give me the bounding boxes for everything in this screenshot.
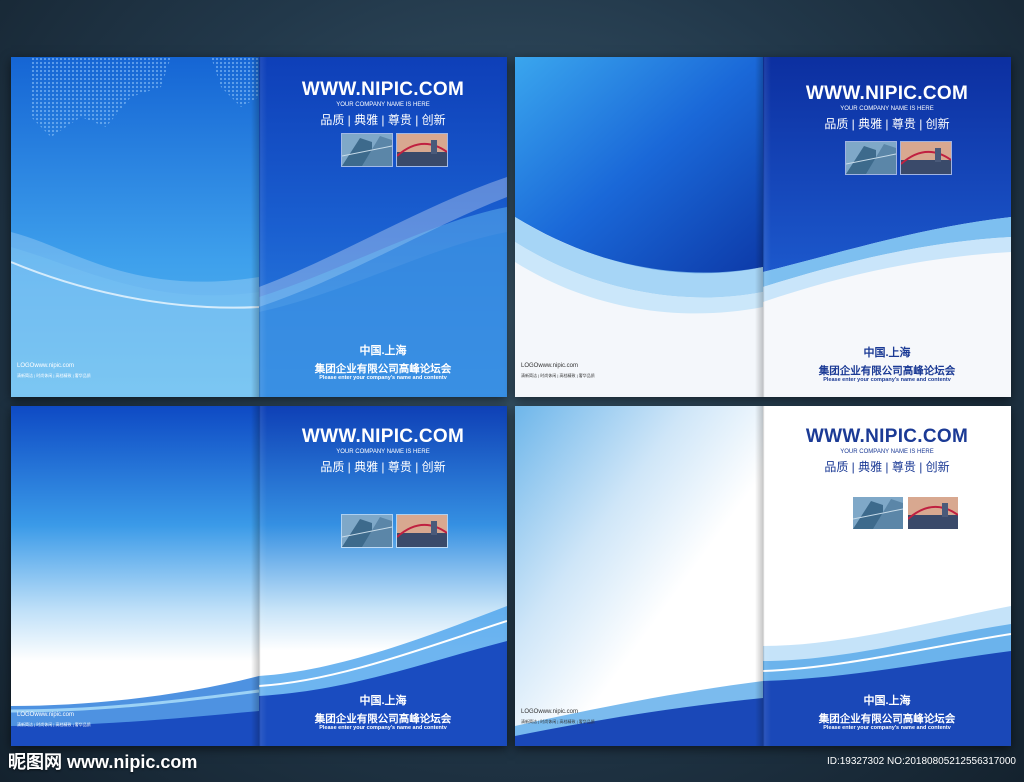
skyscraper-photo: [341, 133, 393, 167]
logo-text: LOGOwww.nipic.com: [521, 363, 579, 369]
cover-front-page: WWW.NIPIC.COM YOUR COMPANY NAME IS HERE …: [763, 406, 1011, 746]
company-tagline: YOUR COMPANY NAME IS HERE: [336, 102, 430, 108]
cover-back-page: LOGOwww.nipic.com 清新简洁 | 时尚休闲 | 高档精致 | 奢…: [515, 57, 763, 397]
skyscraper-photo: [852, 496, 904, 530]
wave-background: [11, 406, 259, 746]
company-name: 集团企业有限公司高峰论坛会: [818, 365, 956, 377]
company-subtitle: Please enter your company's name and con…: [823, 377, 951, 383]
logo-subtext: 清新简洁 | 时尚休闲 | 高档精致 | 奢华品质: [17, 373, 91, 378]
bridge-photo: [900, 141, 952, 175]
slogan: 品质 | 典雅 | 尊贵 | 创新: [824, 460, 950, 474]
company-name: 集团企业有限公司高峰论坛会: [818, 713, 956, 725]
wave-background: [11, 57, 259, 397]
cover-front-page: WWW.NIPIC.COM YOUR COMPANY NAME IS HERE …: [259, 406, 507, 746]
city-title: 中国.上海: [863, 347, 911, 359]
wave-background: [515, 406, 763, 746]
company-subtitle: Please enter your company's name and con…: [823, 725, 951, 731]
skyscraper-photo: [341, 514, 393, 548]
slogan: 品质 | 典雅 | 尊贵 | 创新: [824, 117, 950, 131]
cover-front-page: WWW.NIPIC.COM YOUR COMPANY NAME IS HERE …: [259, 57, 507, 397]
slogan: 品质 | 典雅 | 尊贵 | 创新: [320, 113, 446, 127]
brochure-spread-2: LOGOwww.nipic.com 清新简洁 | 时尚休闲 | 高档精致 | 奢…: [515, 57, 1011, 397]
company-name: 集团企业有限公司高峰论坛会: [314, 363, 452, 375]
photo-strip: [341, 133, 448, 167]
cover-back-page: LOGOwww.nipic.com 清新简洁 | 时尚休闲 | 高档精致 | 奢…: [11, 57, 259, 397]
website-url: WWW.NIPIC.COM: [301, 79, 465, 100]
photo-strip: [845, 141, 952, 175]
website-url: WWW.NIPIC.COM: [805, 83, 969, 104]
brochure-spread-1: LOGOwww.nipic.com 清新简洁 | 时尚休闲 | 高档精致 | 奢…: [11, 57, 507, 397]
company-name: 集团企业有限公司高峰论坛会: [314, 713, 452, 725]
logo-subtext: 清新简洁 | 时尚休闲 | 高档精致 | 奢华品质: [17, 722, 91, 727]
company-subtitle: Please enter your company's name and con…: [319, 725, 447, 731]
bridge-photo: [396, 133, 448, 167]
company-subtitle: Please enter your company's name and con…: [319, 375, 447, 381]
photo-strip: [852, 496, 959, 530]
company-tagline: YOUR COMPANY NAME IS HERE: [840, 106, 934, 112]
company-tagline: YOUR COMPANY NAME IS HERE: [840, 449, 934, 455]
logo-text: LOGOwww.nipic.com: [17, 712, 75, 718]
cover-back-page: LOGOwww.nipic.com 清新简洁 | 时尚休闲 | 高档精致 | 奢…: [515, 406, 763, 746]
brochure-spread-3: LOGOwww.nipic.com 清新简洁 | 时尚休闲 | 高档精致 | 奢…: [11, 406, 507, 746]
brochure-spread-4: LOGOwww.nipic.com 清新简洁 | 时尚休闲 | 高档精致 | 奢…: [515, 406, 1011, 746]
bridge-photo: [396, 514, 448, 548]
company-tagline: YOUR COMPANY NAME IS HERE: [336, 449, 430, 455]
wave-background: [515, 57, 763, 397]
watermark-logo: 昵图网 www.nipic.com: [8, 752, 198, 772]
slogan: 品质 | 典雅 | 尊贵 | 创新: [320, 460, 446, 474]
logo-subtext: 清新简洁 | 时尚休闲 | 高档精致 | 奢华品质: [521, 719, 595, 724]
cover-front-page: WWW.NIPIC.COM YOUR COMPANY NAME IS HERE …: [763, 57, 1011, 397]
watermark-id: ID:19327302 NO:20180805212556317000: [826, 756, 1016, 767]
bridge-photo: [907, 496, 959, 530]
logo-text: LOGOwww.nipic.com: [17, 363, 75, 369]
city-title: 中国.上海: [359, 345, 407, 357]
cover-back-page: LOGOwww.nipic.com 清新简洁 | 时尚休闲 | 高档精致 | 奢…: [11, 406, 259, 746]
logo-subtext: 清新简洁 | 时尚休闲 | 高档精致 | 奢华品质: [521, 373, 595, 378]
photo-strip: [341, 514, 448, 548]
skyscraper-photo: [845, 141, 897, 175]
logo-text: LOGOwww.nipic.com: [521, 709, 579, 715]
city-title: 中国.上海: [359, 695, 407, 707]
city-title: 中国.上海: [863, 695, 911, 707]
website-url: WWW.NIPIC.COM: [301, 426, 465, 447]
website-url: WWW.NIPIC.COM: [805, 426, 969, 447]
